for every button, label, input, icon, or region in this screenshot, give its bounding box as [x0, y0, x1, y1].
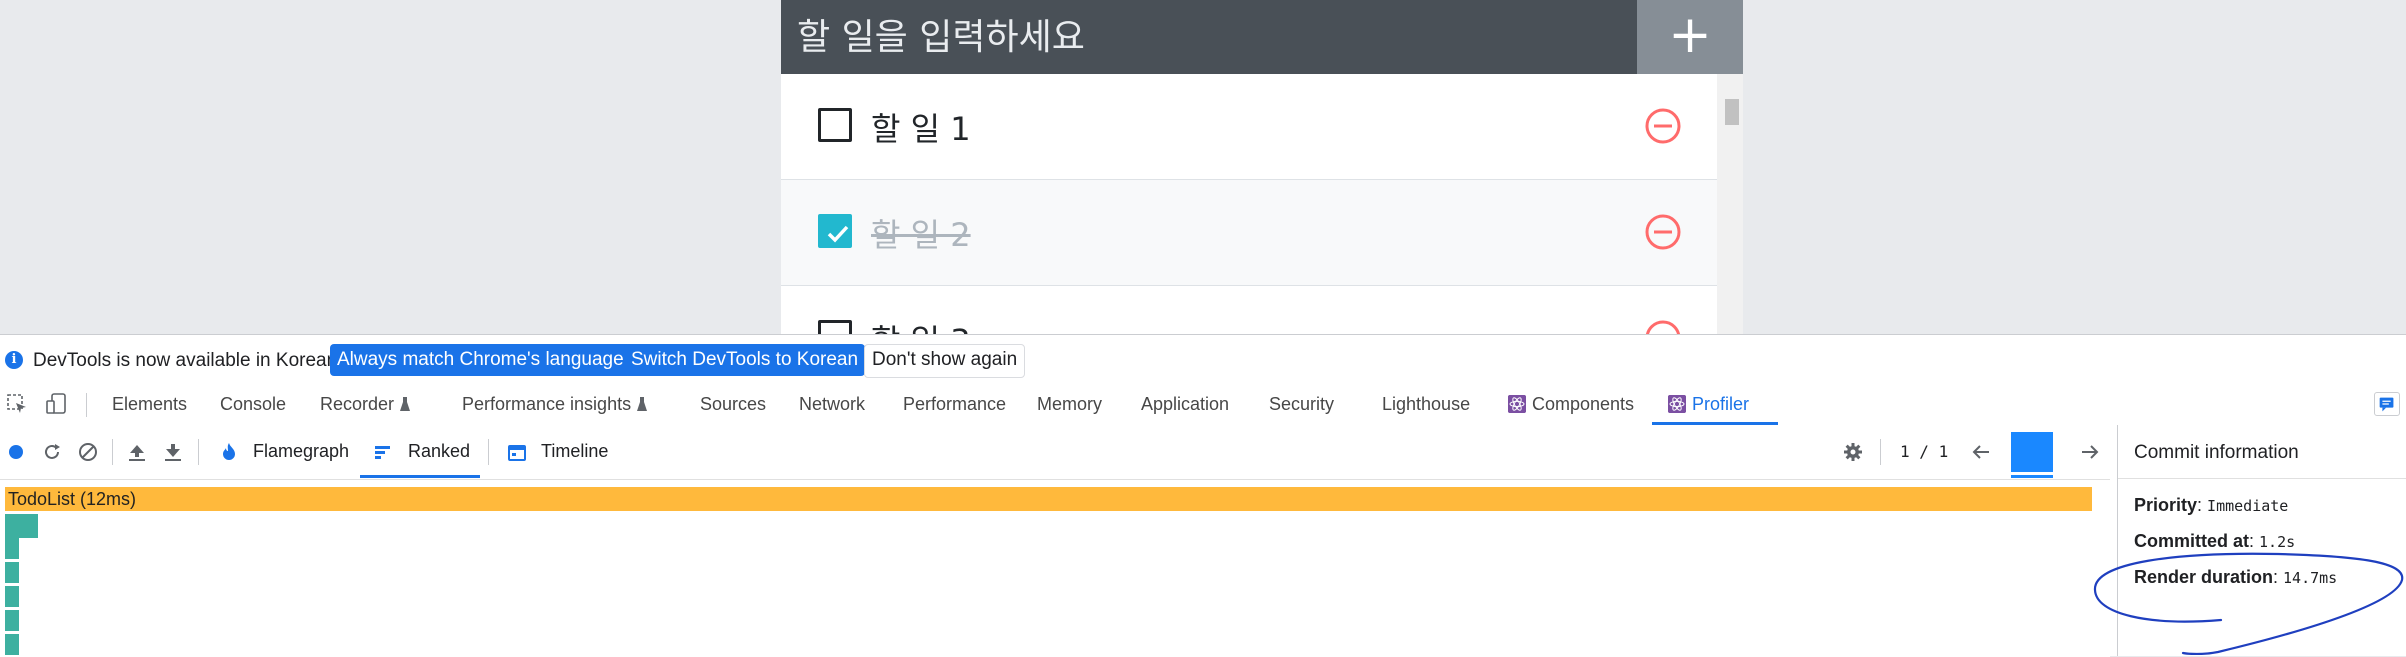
- commit-separator: /: [1919, 442, 1929, 461]
- checkbox-unchecked-icon[interactable]: [818, 320, 852, 334]
- react-logo-icon: [1668, 395, 1686, 413]
- commit-counter: 1 / 1: [1900, 442, 1948, 461]
- devtools-panel: i DevTools is now available in Korean! A…: [0, 334, 2406, 657]
- always-match-language-button[interactable]: Always match Chrome's language: [330, 344, 631, 376]
- tab-elements[interactable]: Elements: [112, 394, 187, 415]
- priority-row: Priority: Immediate: [2134, 495, 2289, 515]
- experimental-flask-icon: [400, 397, 411, 411]
- commit-info-title: Commit information: [2134, 442, 2299, 463]
- committed-at-label: Committed at: [2134, 531, 2250, 551]
- commit-total: 1: [1938, 442, 1949, 461]
- remove-circle-icon[interactable]: [1644, 213, 1682, 251]
- remove-circle-icon[interactable]: [1644, 107, 1682, 145]
- settings-gear-icon[interactable]: [1842, 441, 1864, 463]
- tab-profiler[interactable]: Profiler: [1668, 394, 1749, 415]
- tab-separator: [86, 393, 87, 417]
- todo-item: 할 일 2: [781, 180, 1717, 286]
- device-toolbar-icon[interactable]: [46, 393, 68, 415]
- switch-to-korean-button[interactable]: Switch DevTools to Korean: [624, 344, 866, 376]
- next-commit-icon[interactable]: [2079, 441, 2101, 463]
- todo-item-text: 할 일 2: [871, 216, 971, 254]
- selected-commit-indicator: [2011, 475, 2053, 478]
- tab-lighthouse[interactable]: Lighthouse: [1382, 394, 1470, 415]
- ranked-bar[interactable]: [5, 514, 38, 538]
- infobar-message: DevTools is now available in Korean!: [33, 350, 343, 371]
- todo-template: + 할 일 1 할 일 2: [781, 0, 1743, 334]
- commit-bar[interactable]: [2011, 432, 2053, 472]
- tab-sources[interactable]: Sources: [700, 394, 766, 415]
- ranked-bar-todolist[interactable]: TodoList (12ms): [5, 487, 2092, 511]
- toolbar-separator: [1880, 439, 1881, 465]
- tab-console[interactable]: Console: [220, 394, 286, 415]
- load-profile-icon[interactable]: [126, 441, 148, 463]
- commit-index: 1: [1900, 442, 1910, 461]
- tab-components[interactable]: Components: [1508, 394, 1634, 415]
- todo-item: 할 일 1: [781, 74, 1717, 180]
- checkbox-checked-icon[interactable]: [818, 214, 852, 248]
- ranked-bar[interactable]: [5, 634, 19, 655]
- save-profile-icon[interactable]: [162, 441, 184, 463]
- tab-components-label: Components: [1532, 394, 1635, 414]
- scrollbar-thumb[interactable]: [1725, 99, 1739, 125]
- tab-memory[interactable]: Memory: [1037, 394, 1102, 415]
- ranked-bar[interactable]: [5, 586, 19, 607]
- tab-security[interactable]: Security: [1269, 394, 1334, 415]
- priority-value: Immediate: [2207, 497, 2289, 515]
- sidebar-divider: [2118, 478, 2406, 479]
- render-duration-row: Render duration: 14.7ms: [2134, 567, 2338, 587]
- ranked-bar[interactable]: [5, 538, 19, 559]
- tab-network[interactable]: Network: [799, 394, 865, 415]
- react-logo-icon: [1508, 395, 1526, 413]
- devtools-tabbar: Elements Console Recorder Performance in…: [0, 383, 2406, 426]
- tab-profiler-label: Profiler: [1692, 394, 1750, 414]
- todo-list: 할 일 1 할 일 2 할 일 3: [781, 74, 1717, 334]
- active-view-indicator: [360, 475, 480, 478]
- dont-show-again-button[interactable]: Don't show again: [864, 344, 1026, 378]
- experimental-flask-icon: [637, 397, 648, 411]
- timeline-calendar-icon: [508, 445, 526, 461]
- todo-item-text: 할 일 1: [871, 110, 971, 148]
- inspect-element-icon[interactable]: [6, 393, 28, 415]
- record-icon[interactable]: [5, 441, 27, 463]
- flame-icon: [223, 443, 235, 460]
- clear-profiling-icon[interactable]: [77, 441, 99, 463]
- app-viewport: + 할 일 1 할 일 2: [0, 0, 2406, 334]
- render-duration-label: Render duration: [2134, 567, 2274, 587]
- reload-and-profile-icon[interactable]: [41, 441, 63, 463]
- todo-item-text: 할 일 3: [871, 316, 971, 334]
- remove-circle-icon[interactable]: [1644, 319, 1682, 334]
- todo-item: 할 일 3: [781, 286, 1717, 334]
- feedback-icon[interactable]: [2374, 392, 2400, 416]
- committed-at-row: Committed at: 1.2s: [2134, 531, 2296, 551]
- tab-performance-insights[interactable]: Performance insights: [462, 394, 648, 415]
- commit-info-sidebar: Commit information Priority: Immediate C…: [2117, 425, 2406, 656]
- previous-commit-icon[interactable]: [1970, 441, 1992, 463]
- ranked-bar[interactable]: [5, 610, 19, 631]
- toolbar-separator: [488, 439, 489, 465]
- profiler-toolbar: Flamegraph Ranked Timeline 1 / 1: [0, 425, 2117, 479]
- priority-label: Priority: [2134, 495, 2198, 515]
- view-flamegraph[interactable]: Flamegraph: [253, 441, 349, 462]
- ranked-icon: [375, 446, 390, 459]
- render-duration-value: 14.7ms: [2283, 569, 2338, 587]
- toolbar-separator: [198, 439, 199, 465]
- view-ranked[interactable]: Ranked: [408, 441, 470, 462]
- checkbox-unchecked-icon[interactable]: [818, 108, 852, 142]
- todo-insert-form: +: [781, 0, 1743, 74]
- tab-recorder[interactable]: Recorder: [320, 394, 411, 415]
- ranked-chart: TodoList (12ms): [0, 479, 2110, 657]
- info-icon: i: [5, 351, 23, 369]
- committed-at-value: 1.2s: [2259, 533, 2296, 551]
- tab-performance-insights-label: Performance insights: [462, 394, 632, 414]
- toolbar-separator: [112, 439, 113, 465]
- tab-recorder-label: Recorder: [320, 394, 395, 414]
- add-todo-button[interactable]: +: [1637, 0, 1743, 74]
- tab-performance[interactable]: Performance: [903, 394, 1006, 415]
- todo-input[interactable]: [781, 0, 1637, 74]
- tab-application[interactable]: Application: [1141, 394, 1229, 415]
- ranked-bar[interactable]: [5, 562, 19, 583]
- view-timeline[interactable]: Timeline: [541, 441, 608, 462]
- language-infobar: i DevTools is now available in Korean! A…: [0, 335, 2406, 384]
